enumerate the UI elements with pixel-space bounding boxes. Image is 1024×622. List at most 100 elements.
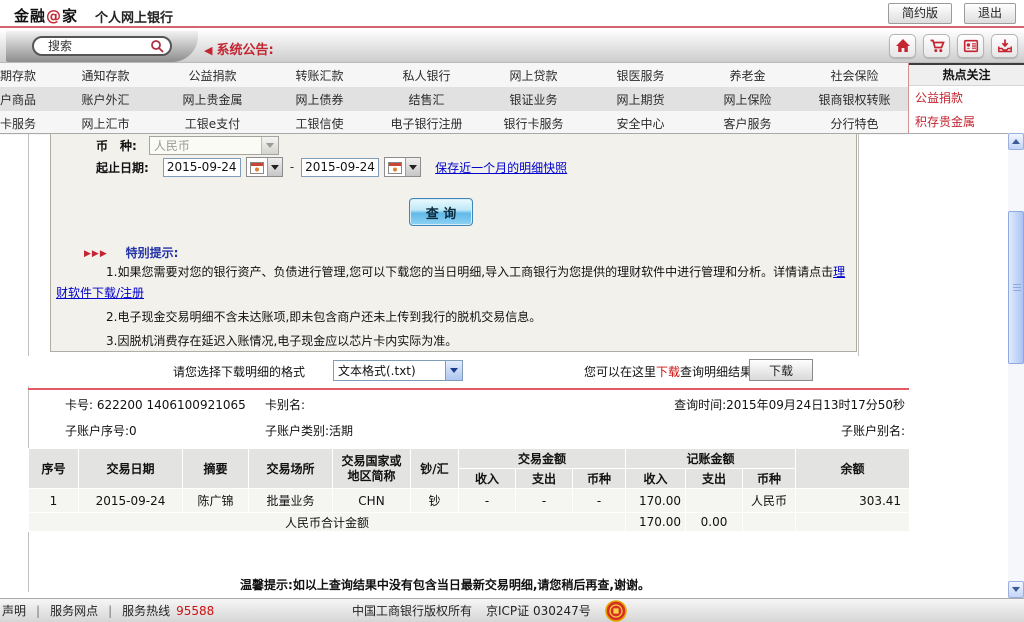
nav-item[interactable]: 工银e支付 (159, 115, 266, 132)
col-summary: 摘要 (183, 449, 249, 489)
hotspot-link-gold[interactable]: 积存贵金属 (909, 110, 1024, 134)
red-divider (28, 388, 909, 390)
date-from-input[interactable] (163, 158, 241, 177)
nav-menu: 期存款 通知存款 公益捐款 转账汇款 私人银行 网上贷款 银医服务 养老金 社会… (0, 63, 908, 134)
date-from-picker[interactable] (246, 157, 283, 177)
separator: | (36, 604, 40, 618)
tip-line-2: 2.电子现金交易明细不含未达账项,即未包含商户还未上传到我行的脱机交易信息。 (106, 307, 853, 328)
col-book-expense: 支出 (686, 469, 743, 489)
nav-item[interactable]: 银商银权转账 (801, 91, 908, 108)
format-select[interactable]: 文本格式(.txt) (333, 360, 463, 381)
col-book-income: 收入 (626, 469, 686, 489)
nav-item[interactable]: 账户外汇 (52, 91, 159, 108)
nav-item[interactable]: 分行特色 (801, 115, 908, 132)
nav-item[interactable]: 网上债券 (266, 91, 373, 108)
statement-link[interactable]: 声明 (2, 602, 26, 619)
col-place: 交易场所 (249, 449, 333, 489)
hotspot-panel: 热点关注 公益捐款 积存贵金属 (908, 63, 1024, 134)
save-snapshot-link[interactable]: 保存近一个月的明细快照 (435, 159, 567, 176)
download-button[interactable]: 下载 (749, 359, 813, 381)
simple-version-button[interactable]: 简约版 (888, 3, 952, 24)
search-tab (6, 31, 198, 62)
nav-item[interactable]: 转账汇款 (266, 67, 373, 84)
nav-item[interactable]: 通知存款 (52, 67, 159, 84)
nav-item[interactable]: 银行卡服务 (480, 115, 587, 132)
query-button[interactable]: 查 询 (409, 198, 473, 226)
cell-trans-expense: - (516, 489, 573, 513)
scrollbar-thumb[interactable] (1008, 211, 1024, 364)
nav-item[interactable]: 结售汇 (373, 91, 480, 108)
footer-links: 声明 | 服务网点 | 服务热线 95588 (2, 602, 214, 619)
shopping-cart-icon[interactable] (923, 34, 950, 58)
currency-label: 币 种: (96, 137, 137, 154)
announcement-icon: ◀ (204, 44, 212, 57)
nav-item[interactable]: 网上贷款 (480, 67, 587, 84)
nav-item[interactable]: 银医服务 (587, 67, 694, 84)
contacts-icon[interactable] (957, 34, 984, 58)
nav-item[interactable]: 网上贵金属 (159, 91, 266, 108)
nav-item[interactable]: 客户服务 (694, 115, 801, 132)
nav-item[interactable]: 卡服务 (0, 115, 52, 132)
cell-trans-currency: - (573, 489, 626, 513)
nav-item[interactable]: 网上保险 (694, 91, 801, 108)
date-separator: - (290, 160, 294, 174)
search-input[interactable] (48, 39, 150, 53)
hint-pre: 您可以在这里 (584, 365, 656, 379)
download-format-row: 请您选择下载明细的格式 文本格式(.txt) 您可以在这里下载查询明细结果 下载 (28, 356, 908, 386)
chevron-down-icon[interactable] (405, 158, 420, 176)
nav-item[interactable]: 养老金 (694, 67, 801, 84)
chevron-down-icon[interactable] (267, 158, 282, 176)
nav-item[interactable]: 工银信使 (266, 115, 373, 132)
nav-row-2: 户商品 账户外汇 网上贵金属 网上债券 结售汇 银证业务 网上期货 网上保险 银… (0, 87, 908, 111)
nav-item[interactable]: 户商品 (0, 91, 52, 108)
logout-button[interactable]: 退出 (964, 3, 1016, 24)
nav-item[interactable]: 网上汇市 (52, 115, 159, 132)
nav-item[interactable]: 安全中心 (587, 115, 694, 132)
scrollbar-grip (1013, 284, 1021, 285)
date-to-input[interactable] (301, 158, 379, 177)
query-form-panel: 币 种: 人民币 起止日期: - 保存近一个月的明细快照 查 询 ▶▶▶ (50, 134, 857, 352)
sub-account-seq: 子账户序号:0 (65, 422, 137, 439)
currency-select[interactable]: 人民币 (149, 136, 279, 155)
scroll-down-button[interactable] (1008, 581, 1024, 598)
brand-text-2: 家 (62, 7, 78, 25)
search-icon[interactable] (150, 39, 165, 54)
calendar-icon[interactable] (247, 158, 267, 176)
special-tips-title: 特别提示: (126, 246, 179, 260)
calendar-icon[interactable] (385, 158, 405, 176)
nav-item[interactable]: 电子银行注册 (373, 115, 480, 132)
search-box[interactable] (32, 36, 172, 56)
service-outlets-link[interactable]: 服务网点 (50, 602, 98, 619)
total-label: 人民币合计金额 (29, 513, 626, 532)
nav-item[interactable]: 公益捐款 (159, 67, 266, 84)
header-strip: ◀系统公告: (0, 30, 1024, 62)
hint-post: 查询明细结果 (680, 365, 752, 379)
col-trans-income: 收入 (459, 469, 516, 489)
nav-item[interactable]: 社会保险 (801, 67, 908, 84)
inbox-download-icon[interactable] (991, 34, 1018, 58)
cell-date: 2015-09-24 (79, 489, 183, 513)
nav-item[interactable]: 私人银行 (373, 67, 480, 84)
cell-balance: 303.41 (796, 489, 910, 513)
table-header-row-1: 序号 交易日期 摘要 交易场所 交易国家或地区简称 钞/汇 交易金额 记账金额 … (29, 449, 910, 469)
cell-trans-income: - (459, 489, 516, 513)
home-icon[interactable] (889, 34, 916, 58)
page-title: 个人网上银行 (95, 7, 173, 26)
download-hint: 您可以在这里下载查询明细结果 (584, 363, 752, 380)
scroll-up-button[interactable] (1008, 133, 1024, 150)
footer: 声明 | 服务网点 | 服务热线 95588 中国工商银行版权所有 京ICP证 … (0, 598, 1024, 622)
nav-item[interactable]: 银证业务 (480, 91, 587, 108)
date-to-picker[interactable] (384, 157, 421, 177)
vertical-scrollbar[interactable] (1008, 133, 1024, 598)
bank-logo: 金融@家 (14, 5, 78, 26)
triple-arrow-icon: ▶▶▶ (84, 249, 108, 259)
col-trans-amount: 交易金额 (459, 449, 626, 469)
brand-at-icon: @ (46, 7, 62, 25)
hotspot-link-donation[interactable]: 公益捐款 (909, 86, 1024, 110)
chevron-down-icon[interactable] (445, 361, 462, 380)
nav-item[interactable]: 期存款 (0, 67, 52, 84)
chevron-down-icon[interactable] (261, 137, 278, 154)
col-trans-expense: 支出 (516, 469, 573, 489)
col-balance: 余额 (796, 449, 910, 489)
nav-item[interactable]: 网上期货 (587, 91, 694, 108)
